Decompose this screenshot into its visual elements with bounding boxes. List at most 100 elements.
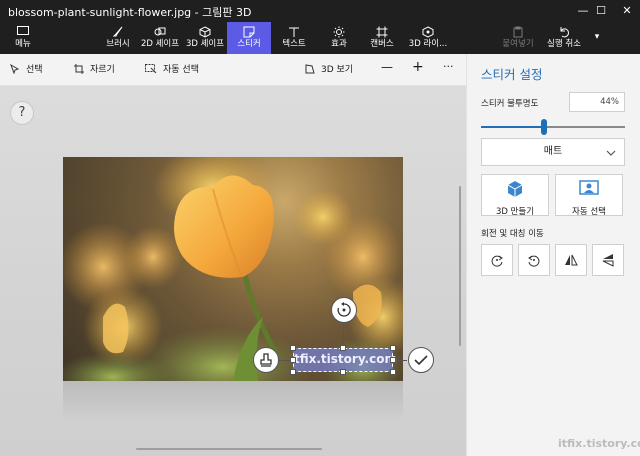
- checkmark-icon: [414, 355, 428, 366]
- rotate-right-icon: [528, 255, 540, 267]
- finish-dropdown[interactable]: 매트: [481, 138, 625, 166]
- select-label: 선택: [26, 65, 43, 75]
- zoom-out-button[interactable]: —: [381, 60, 393, 74]
- close-button[interactable]: ✕: [612, 0, 640, 22]
- text-icon: [274, 22, 314, 39]
- confirm-button[interactable]: [408, 347, 434, 373]
- menu-icon: [6, 22, 40, 39]
- resize-handle-bottom-right[interactable]: [390, 369, 396, 375]
- magic-select-button[interactable]: 자동 선택: [145, 62, 199, 75]
- cube-icon: [507, 181, 523, 197]
- tool-effects[interactable]: 효과: [320, 22, 358, 54]
- auto-select-label: 자동 선택: [572, 207, 606, 217]
- tool-canvas-label: 캔버스: [370, 39, 394, 49]
- magic-select-icon: [145, 63, 157, 73]
- tool-text-label: 텍스트: [282, 39, 306, 49]
- title-bar: blossom-plant-sunlight-flower.jpg - 그림판 …: [0, 0, 640, 22]
- tool-text[interactable]: 텍스트: [274, 22, 314, 54]
- resize-handle-bottom[interactable]: [340, 369, 346, 375]
- tool-sticker[interactable]: 스티커: [227, 22, 271, 54]
- menu-label: 메뉴: [15, 39, 31, 49]
- rotate-icon: [337, 302, 351, 317]
- chevron-down-icon: [606, 139, 616, 169]
- opacity-slider-fill: [481, 126, 545, 128]
- rotate-left-icon: [491, 255, 503, 267]
- tool-brush-label: 브러시: [106, 39, 130, 49]
- cursor-icon: [10, 63, 20, 74]
- vertical-scrollbar[interactable]: [459, 186, 461, 346]
- tool-3d-library-label: 3D 라이...: [408, 39, 448, 49]
- tool-3d-shape[interactable]: 3D 셰이프: [184, 22, 226, 54]
- more-button[interactable]: ···: [443, 60, 454, 73]
- sticker-icon: [227, 22, 271, 39]
- crop-icon: [74, 63, 84, 74]
- resize-handle-bottom-left[interactable]: [290, 369, 296, 375]
- rotate-flip-label: 회전 및 대칭 이동: [481, 229, 544, 239]
- make-3d-label: 3D 만들기: [495, 207, 535, 217]
- stamp-button[interactable]: [253, 347, 279, 373]
- chevron-down-icon: ▾: [594, 32, 600, 42]
- main-toolbar: 메뉴 브러시 2D 셰이프 3D 셰이프 스티커 텍스트 효과 캔버스 3D 라…: [0, 22, 640, 54]
- tool-2d-shape[interactable]: 2D 셰이프: [138, 22, 182, 54]
- window-title: blossom-plant-sunlight-flower.jpg - 그림판 …: [8, 6, 252, 19]
- resize-handle-top-right[interactable]: [390, 345, 396, 351]
- sticker-settings-panel: 스티커 설정 스티커 불투명도 44% 매트 3D 만들기 자동 선택 회전 및…: [466, 54, 640, 456]
- rotate-handle[interactable]: [331, 297, 357, 323]
- resize-handle-top[interactable]: [340, 345, 346, 351]
- select-button[interactable]: 선택: [10, 62, 43, 75]
- magic-select-label: 자동 선택: [163, 65, 199, 75]
- canvas-icon: [362, 22, 402, 39]
- paste-button[interactable]: 붙여넣기: [498, 22, 538, 54]
- undo-label: 실행 취소: [547, 39, 581, 49]
- crop-button[interactable]: 자르기: [74, 62, 115, 75]
- paste-icon: [498, 22, 538, 39]
- resize-handle-left[interactable]: [290, 357, 296, 363]
- undo-icon: [542, 22, 586, 39]
- more-options-button[interactable]: ▾: [590, 22, 604, 54]
- flip-vertical-button[interactable]: [592, 244, 624, 276]
- 2d-shape-icon: [138, 22, 182, 39]
- 3d-library-icon: [406, 22, 450, 39]
- view-3d-label: 3D 보기: [321, 65, 354, 75]
- finish-value: 매트: [543, 146, 563, 157]
- view-3d-icon: [305, 63, 315, 73]
- undo-button[interactable]: 실행 취소: [542, 22, 586, 54]
- opacity-slider-thumb[interactable]: [541, 119, 548, 135]
- opacity-label: 스티커 불투명도: [481, 99, 539, 109]
- 3d-shape-icon: [184, 22, 226, 39]
- canvas-area[interactable]: ? tfix.tistory.com: [0, 86, 466, 456]
- canvas-shadow: [63, 381, 403, 421]
- horizontal-scrollbar[interactable]: [136, 448, 322, 450]
- make-3d-button[interactable]: 3D 만들기: [481, 174, 549, 217]
- tool-effects-label: 효과: [331, 39, 347, 49]
- paste-label: 붙여넣기: [502, 39, 534, 49]
- stamp-icon: [260, 353, 272, 367]
- tool-brush[interactable]: 브러시: [100, 22, 136, 54]
- tool-2d-shape-label: 2D 셰이프: [140, 39, 180, 49]
- resize-handle-top-left[interactable]: [290, 345, 296, 351]
- crop-label: 자르기: [90, 65, 115, 75]
- flip-horizontal-icon: [565, 254, 578, 266]
- watermark-text: itfix.tistory.com: [558, 437, 640, 450]
- auto-select-icon: [579, 180, 599, 195]
- sub-toolbar: 선택 자르기 자동 선택 3D 보기 — + ···: [0, 54, 466, 86]
- tool-3d-library[interactable]: 3D 라이...: [406, 22, 450, 54]
- auto-select-button[interactable]: 자동 선택: [555, 174, 623, 217]
- effects-icon: [320, 22, 358, 39]
- rotate-left-button[interactable]: [481, 244, 513, 276]
- brush-icon: [100, 22, 136, 39]
- sticker-text: tfix.tistory.com: [294, 352, 397, 366]
- flip-vertical-icon: [602, 254, 614, 267]
- opacity-slider[interactable]: [481, 119, 625, 135]
- view-3d-button[interactable]: 3D 보기: [305, 62, 353, 75]
- menu-button[interactable]: 메뉴: [6, 22, 40, 54]
- tool-canvas[interactable]: 캔버스: [362, 22, 402, 54]
- tool-3d-shape-label: 3D 셰이프: [185, 39, 225, 49]
- help-button[interactable]: ?: [10, 101, 34, 125]
- resize-handle-right[interactable]: [390, 357, 396, 363]
- flip-horizontal-button[interactable]: [555, 244, 587, 276]
- zoom-in-button[interactable]: +: [412, 59, 424, 75]
- opacity-input[interactable]: 44%: [569, 92, 625, 112]
- rotate-right-button[interactable]: [518, 244, 550, 276]
- panel-title: 스티커 설정: [481, 67, 543, 82]
